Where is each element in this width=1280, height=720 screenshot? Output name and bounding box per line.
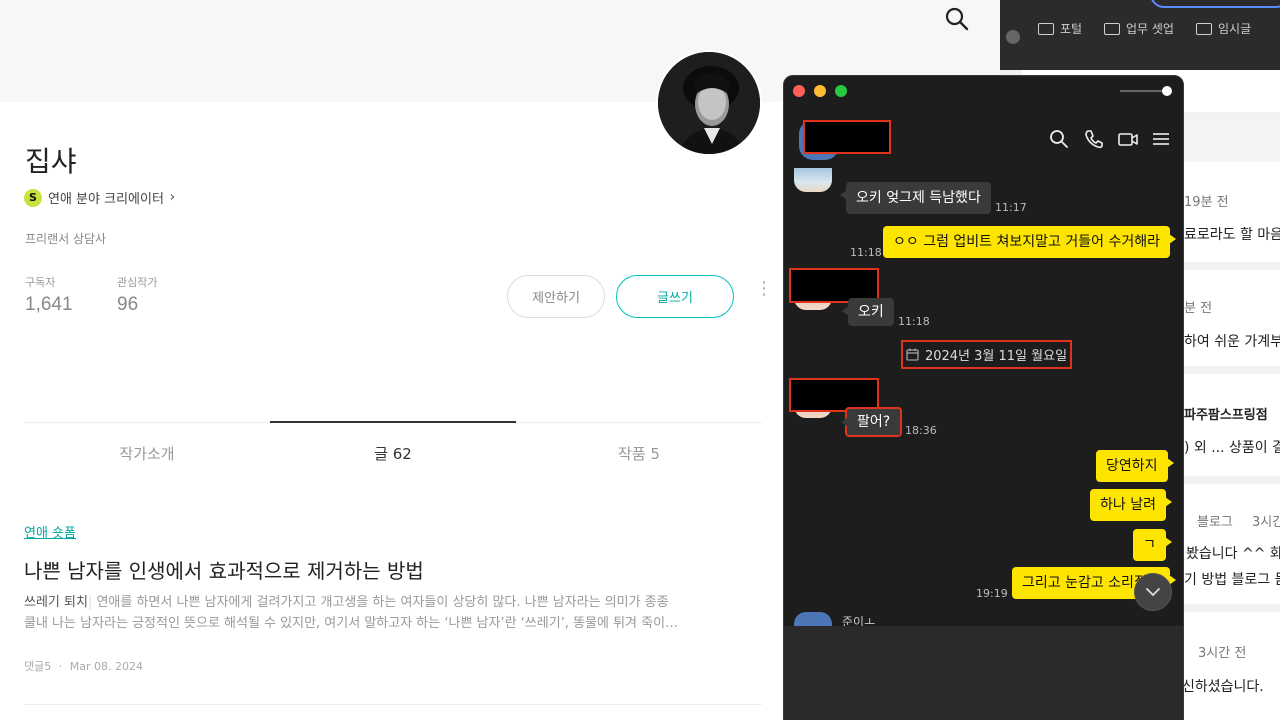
- incoming-message[interactable]: 오키 엊그제 득남했다: [840, 182, 991, 214]
- author-job: 프리랜서 상담사: [25, 232, 107, 246]
- feed-time: 3시간: [1252, 515, 1280, 530]
- bookmark-portal[interactable]: 포털: [1038, 20, 1082, 37]
- feed-line[interactable]: 료로라도 할 마음: [1184, 224, 1280, 244]
- subscribers-stat[interactable]: 구독자 1,641: [25, 274, 73, 316]
- opacity-slider-knob[interactable]: [1162, 86, 1172, 96]
- feed-line[interactable]: 파주팜스프링점: [1184, 404, 1268, 423]
- date-separator: 2024년 3월 11일 월요일: [901, 340, 1072, 369]
- search-icon[interactable]: [1048, 128, 1070, 150]
- bookmark-label: 포털: [1060, 22, 1083, 36]
- following-label: 관심작가: [117, 276, 158, 289]
- author-avatar[interactable]: [656, 50, 762, 156]
- tab-author-intro[interactable]: 작가소개: [24, 443, 270, 464]
- creator-s-badge-icon: S: [24, 188, 42, 207]
- comment-count: 댓글5: [24, 660, 52, 673]
- write-button[interactable]: 글쓰기: [616, 275, 734, 318]
- subscribers-count: 1,641: [25, 294, 73, 315]
- author-name: 집샤: [25, 145, 77, 178]
- post-divider: [24, 704, 762, 705]
- following-stat[interactable]: 관심작가 96: [117, 274, 157, 316]
- message-time: 11:17: [995, 201, 1027, 214]
- post-excerpt[interactable]: 쓰레기 퇴치| 연애를 하면서 나쁜 남자에게 걸려가지고 개고생을 하는 여자…: [24, 592, 754, 634]
- chat-window: 오키 엊그제 득남했다 11:17 11:18 ㅇㅇ 그럼 업비트 쳐보지말고 …: [783, 75, 1184, 720]
- tab-posts[interactable]: 글 62: [270, 443, 516, 464]
- more-options-icon[interactable]: ⋮: [755, 280, 773, 308]
- chevron-down-icon: [1146, 588, 1160, 597]
- bookmark-drafts[interactable]: 임시글: [1196, 20, 1251, 37]
- meta-separator: ·: [58, 660, 63, 673]
- incoming-message[interactable]: 오키: [842, 298, 894, 326]
- bookmarks-bar: 포털 업무 셋업 임시글: [1000, 0, 1280, 70]
- palette-icon[interactable]: [1006, 30, 1020, 44]
- tab-works[interactable]: 작품 5: [516, 443, 762, 464]
- bookmark-work-setup[interactable]: 업무 셋업: [1104, 20, 1174, 37]
- creator-badge[interactable]: S 연애 분야 크리에이터 ›: [24, 188, 175, 207]
- video-call-icon[interactable]: [1117, 128, 1139, 150]
- feed-line[interactable]: 하여 쉬운 가계부: [1184, 331, 1280, 351]
- post-date: Mar 08. 2024: [69, 660, 143, 673]
- portrait-image: [658, 52, 760, 154]
- outgoing-message[interactable]: 하나 날려: [1090, 489, 1172, 521]
- message-time: 18:36: [905, 424, 937, 437]
- folder-icon: [1104, 22, 1120, 35]
- outgoing-message[interactable]: 당연하지: [1096, 450, 1174, 482]
- excerpt-line-2: 쿨내 나는 남자라는 긍정적인 뜻으로 해석될 수 있지만, 여기서 말하고자 …: [24, 616, 679, 631]
- feed-time: 19분 전: [1184, 195, 1229, 210]
- outgoing-message[interactable]: ㅇㅇ 그럼 업비트 쳐보지말고 거들어 수거해라: [883, 226, 1176, 258]
- post-category-link[interactable]: 연애 숏폼: [24, 522, 76, 541]
- post-meta: 댓글5 · Mar 08. 2024: [24, 658, 143, 674]
- subscribers-label: 구독자: [25, 276, 56, 289]
- sender-avatar[interactable]: [794, 168, 832, 192]
- feed-time: 3시간 전: [1198, 646, 1247, 661]
- sender-avatar[interactable]: [794, 612, 832, 626]
- post-title[interactable]: 나쁜 남자를 인생에서 효과적으로 제거하는 방법: [24, 555, 424, 584]
- feed-line[interactable]: 봤습니다 ^^ 화: [1186, 543, 1280, 563]
- message-time: 11:18: [850, 246, 882, 259]
- following-count: 96: [117, 294, 139, 315]
- folder-icon: [1038, 22, 1054, 35]
- propose-button[interactable]: 제안하기: [507, 275, 605, 318]
- feed-line[interactable]: 기 방법 블로그 듣: [1184, 569, 1280, 589]
- bookmark-label: 임시글: [1218, 22, 1252, 36]
- phone-icon[interactable]: [1083, 128, 1105, 150]
- outgoing-message[interactable]: ㄱ: [1133, 529, 1172, 561]
- message-time: 19:19: [976, 587, 1008, 600]
- excerpt-lead: 쓰레기 퇴치: [24, 595, 88, 610]
- message-input-area[interactable]: [784, 626, 1183, 720]
- feed-time: 분 전: [1184, 301, 1213, 316]
- scroll-down-button[interactable]: [1134, 573, 1172, 611]
- message-time: 11:18: [898, 315, 930, 328]
- calendar-icon: [906, 348, 919, 361]
- active-tab-indicator: [270, 421, 516, 423]
- excerpt-line-1: 연애를 하면서 나쁜 남자에게 걸려가지고 개고생을 하는 여자들이 상당히 많…: [92, 595, 669, 610]
- bookmark-label: 업무 셋업: [1126, 22, 1174, 36]
- feed-source: 블로그: [1197, 515, 1233, 530]
- maximize-window-button[interactable]: [835, 85, 847, 97]
- opacity-slider-track[interactable]: [1120, 90, 1164, 92]
- minimize-window-button[interactable]: [814, 85, 826, 97]
- address-bar[interactable]: [1150, 0, 1280, 8]
- chevron-right-icon: ›: [169, 190, 176, 205]
- date-separator-label: 2024년 3월 11일 월요일: [924, 349, 1068, 364]
- feed-line[interactable]: ) 외 ... 상품이 결: [1184, 437, 1280, 457]
- feed-line[interactable]: 신하셨습니다.: [1182, 676, 1264, 696]
- menu-icon[interactable]: [1150, 128, 1172, 150]
- folder-icon: [1196, 22, 1212, 35]
- redacted-chat-name: [803, 120, 891, 154]
- search-icon[interactable]: [944, 6, 970, 32]
- close-window-button[interactable]: [793, 85, 805, 97]
- incoming-message[interactable]: 팔어?: [840, 407, 903, 437]
- creator-badge-label: 연애 분야 크리에이터: [48, 192, 164, 207]
